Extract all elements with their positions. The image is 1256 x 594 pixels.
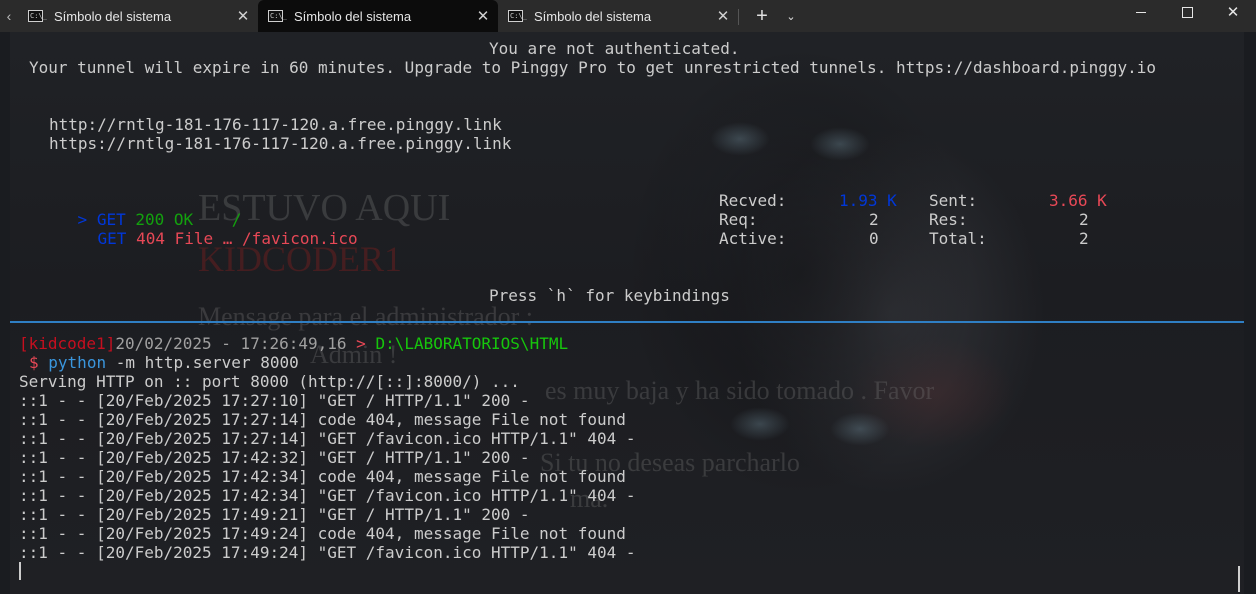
output-line: ::1 - - [20/Feb/2025 17:27:14] "GET /fav… xyxy=(19,429,636,448)
stat-res-value: 2 xyxy=(1079,210,1089,229)
maximize-button[interactable] xyxy=(1164,0,1210,24)
stat-total-label: Total: xyxy=(929,229,987,248)
background-text: Mensage para el administrador : xyxy=(198,302,533,331)
maximize-icon xyxy=(1181,6,1193,18)
new-tab-button[interactable]: + xyxy=(744,0,780,32)
minimize-button[interactable] xyxy=(1118,0,1164,24)
tab-close-button[interactable]: ✕ xyxy=(468,7,498,25)
request-path: /favicon.ico xyxy=(242,229,358,248)
prompt-arrow: > xyxy=(356,334,366,353)
background-eye-right-lower xyxy=(830,412,890,446)
stat-active-value: 0 xyxy=(869,229,879,248)
tab-bar: ‹ C:\_ Símbolo del sistema ✕ C:\_ Símbol… xyxy=(0,0,1256,32)
tab-close-button[interactable]: ✕ xyxy=(228,7,258,25)
output-line: ::1 - - [20/Feb/2025 17:27:14] code 404,… xyxy=(19,410,626,429)
keybindings-hint: Press `h` for keybindings xyxy=(489,286,730,305)
auth-message: You are not authenticated. xyxy=(489,39,740,58)
background-eye-right xyxy=(810,127,870,161)
tab-2[interactable]: C:\_ Símbolo del sistema ✕ xyxy=(258,0,498,32)
stat-req-label: Req: xyxy=(719,210,758,229)
output-line: ::1 - - [20/Feb/2025 17:27:10] "GET / HT… xyxy=(19,391,530,410)
stat-active-label: Active: xyxy=(719,229,787,248)
stat-res-label: Res: xyxy=(929,210,968,229)
request-method: GET xyxy=(97,229,127,248)
command-binary: python xyxy=(48,353,107,372)
tab-close-button[interactable]: ✕ xyxy=(708,7,738,25)
tab-3[interactable]: C:\_ Símbolo del sistema ✕ xyxy=(498,0,739,32)
output-line: Serving HTTP on :: port 8000 (http://[::… xyxy=(19,372,520,391)
output-line: ::1 - - [20/Feb/2025 17:42:34] "GET /fav… xyxy=(19,486,636,505)
shell-prompt-header: [kidcode1]20/02/2025 - 17:26:49,16 > D:\… xyxy=(19,334,568,353)
output-line: ::1 - - [20/Feb/2025 17:42:34] code 404,… xyxy=(19,467,626,486)
prompt-path: D:\LABORATORIOS\HTML xyxy=(375,334,569,353)
cmd-icon: C:\_ xyxy=(28,10,47,22)
output-line: ::1 - - [20/Feb/2025 17:49:21] "GET / HT… xyxy=(19,505,530,524)
tab-title: Símbolo del sistema xyxy=(534,8,652,24)
close-window-button[interactable]: ✕ xyxy=(1210,0,1256,24)
cmd-icon: C:\_ xyxy=(268,10,287,22)
tab-title: Símbolo del sistema xyxy=(294,8,412,24)
stat-total-value: 2 xyxy=(1079,229,1089,248)
minimize-icon xyxy=(1136,11,1146,13)
output-line: ::1 - - [20/Feb/2025 17:49:24] code 404,… xyxy=(19,524,626,543)
shell-command-line: $ python -m http.server 8000 xyxy=(29,353,299,372)
tab-title: Símbolo del sistema xyxy=(54,8,172,24)
request-status: 404 File … xyxy=(136,229,233,248)
background-text: es muy baja y ha sido tomado . Favor xyxy=(545,376,935,405)
pane-divider[interactable] xyxy=(10,321,1244,323)
stat-req-value: 2 xyxy=(869,210,879,229)
tab-scroll-left-button[interactable]: ‹ xyxy=(0,0,18,32)
tab-separator xyxy=(738,9,739,25)
text-cursor xyxy=(19,562,21,580)
tunnel-expire-message: Your tunnel will expire in 60 minutes. U… xyxy=(29,58,1157,77)
output-line: ::1 - - [20/Feb/2025 17:49:24] "GET /fav… xyxy=(19,543,636,562)
stat-sent-value: 3.66 K xyxy=(1049,191,1107,210)
terminal-window: ‹ C:\_ Símbolo del sistema ✕ C:\_ Símbol… xyxy=(0,0,1256,594)
prompt-user: [kidcode1] xyxy=(19,334,116,353)
stat-sent-label: Sent: xyxy=(929,191,978,210)
tab-dropdown-button[interactable]: ⌄ xyxy=(780,0,802,32)
window-controls: ✕ xyxy=(1118,0,1256,32)
background-figure xyxy=(570,32,1030,594)
request-row[interactable]: GET 404 File … /favicon.ico xyxy=(59,210,358,267)
command-args: -m http.server 8000 xyxy=(106,353,299,372)
prompt-symbol: $ xyxy=(29,353,39,372)
tab-1[interactable]: C:\_ Símbolo del sistema ✕ xyxy=(18,0,259,32)
background-eye-left-lower xyxy=(730,407,790,441)
tunnel-url-http[interactable]: http://rntlg-181-176-117-120.a.free.ping… xyxy=(49,115,502,134)
background-eye-left xyxy=(710,122,770,156)
stat-recved-value: 1.93 K xyxy=(839,191,897,210)
prompt-datetime: 20/02/2025 - 17:26:49,16 xyxy=(115,334,347,353)
cmd-icon: C:\_ xyxy=(508,10,527,22)
tunnel-url-https[interactable]: https://rntlg-181-176-117-120.a.free.pin… xyxy=(49,134,511,153)
scrollbar-thumb[interactable] xyxy=(1238,566,1240,592)
output-line: ::1 - - [20/Feb/2025 17:42:32] "GET / HT… xyxy=(19,448,530,467)
stat-recved-label: Recved: xyxy=(719,191,787,210)
